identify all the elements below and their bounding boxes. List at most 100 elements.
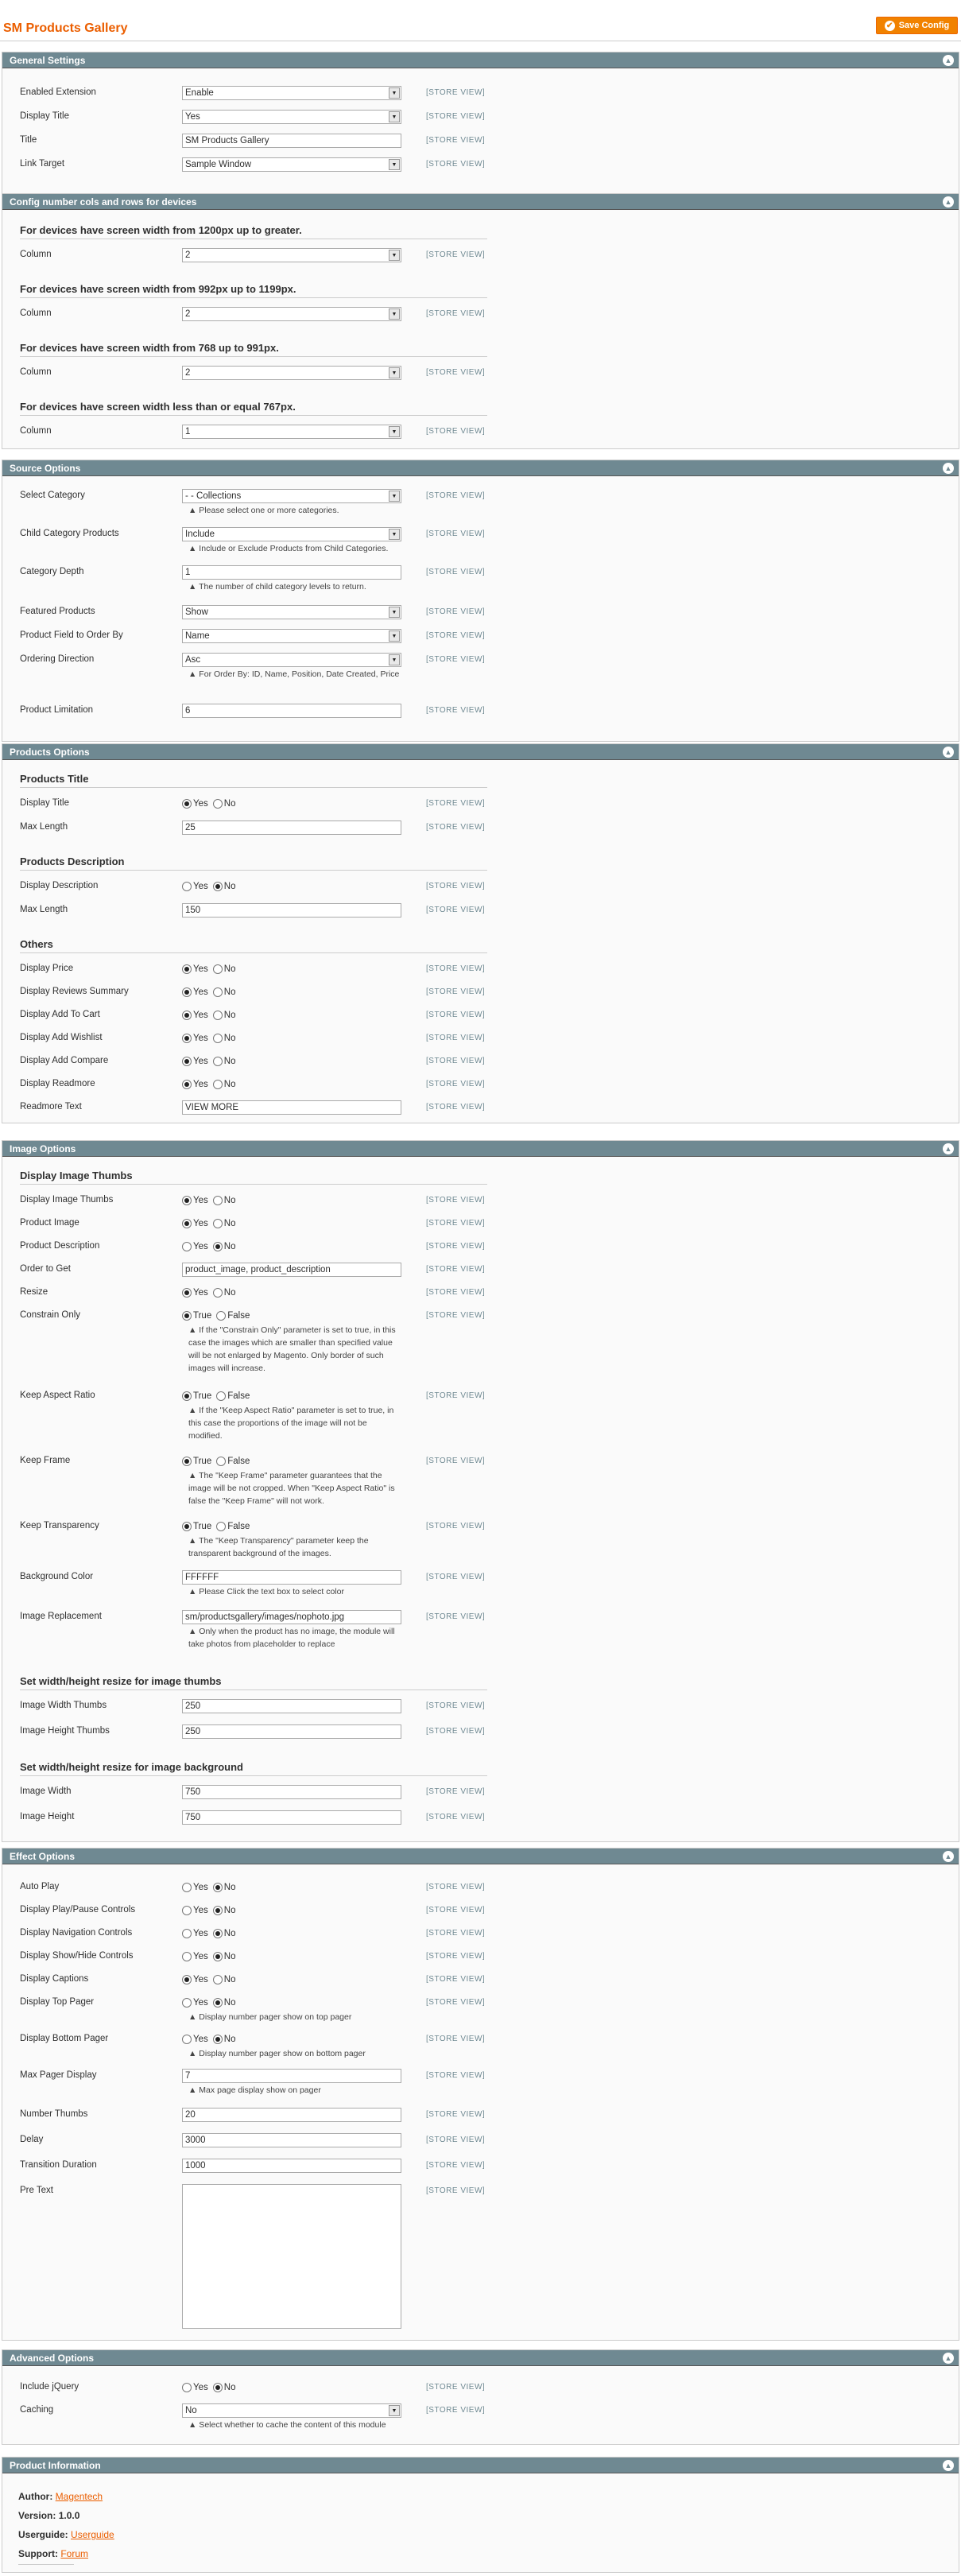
text-input[interactable]: 25 bbox=[182, 821, 401, 835]
chevron-down-icon[interactable]: ▼ bbox=[389, 426, 400, 437]
radio-option[interactable]: Yes bbox=[182, 799, 208, 809]
radio-button[interactable] bbox=[212, 964, 223, 974]
select-field[interactable]: Asc ▼ bbox=[182, 653, 401, 667]
radio-option[interactable]: Yes bbox=[182, 1952, 208, 1961]
text-input[interactable]: product_image, product_description bbox=[182, 1263, 401, 1277]
radio-option[interactable]: Yes bbox=[182, 1906, 208, 1915]
radio-option[interactable]: No bbox=[212, 1196, 235, 1205]
section-header[interactable]: Advanced Options ▲ bbox=[2, 2350, 959, 2366]
radio-button[interactable] bbox=[182, 1952, 192, 1961]
radio-button[interactable] bbox=[182, 1242, 192, 1251]
radio-button[interactable] bbox=[182, 882, 192, 891]
radio-option[interactable]: False bbox=[216, 1457, 250, 1466]
radio-option[interactable]: True bbox=[182, 1457, 211, 1466]
text-input[interactable]: 3000 bbox=[182, 2133, 401, 2147]
collapse-icon[interactable]: ▲ bbox=[943, 2460, 954, 2471]
radio-button[interactable] bbox=[182, 2383, 192, 2392]
section-header[interactable]: Image Options ▲ bbox=[2, 1141, 959, 1157]
radio-option[interactable]: No bbox=[212, 1219, 235, 1228]
radio-button[interactable] bbox=[182, 1080, 192, 1089]
radio-option[interactable]: Yes bbox=[182, 1929, 208, 1938]
radio-option[interactable]: No bbox=[212, 1906, 235, 1915]
select-field[interactable]: Name ▼ bbox=[182, 629, 401, 643]
select-field[interactable]: Include ▼ bbox=[182, 527, 401, 541]
section-header[interactable]: Product Information ▲ bbox=[2, 2458, 959, 2473]
radio-option[interactable]: No bbox=[212, 2035, 235, 2044]
radio-button[interactable] bbox=[182, 964, 192, 974]
radio-button[interactable] bbox=[182, 2035, 192, 2044]
radio-option[interactable]: Yes bbox=[182, 987, 208, 997]
radio-option[interactable]: No bbox=[212, 2383, 235, 2392]
select-field[interactable]: 2 ▼ bbox=[182, 366, 401, 380]
radio-button[interactable] bbox=[182, 1196, 192, 1205]
radio-button[interactable] bbox=[212, 2383, 223, 2392]
support-link[interactable]: Forum bbox=[60, 2548, 88, 2559]
radio-button[interactable] bbox=[212, 1288, 223, 1298]
radio-button[interactable] bbox=[182, 1998, 192, 2008]
radio-option[interactable]: No bbox=[212, 1952, 235, 1961]
chevron-down-icon[interactable]: ▼ bbox=[389, 250, 400, 261]
select-field[interactable]: Sample Window ▼ bbox=[182, 157, 401, 172]
radio-option[interactable]: No bbox=[212, 1975, 235, 1984]
radio-option[interactable]: Yes bbox=[182, 1219, 208, 1228]
text-input[interactable]: FFFFFF bbox=[182, 1570, 401, 1585]
radio-option[interactable]: Yes bbox=[182, 2383, 208, 2392]
radio-button[interactable] bbox=[212, 1952, 223, 1961]
radio-button[interactable] bbox=[182, 1975, 192, 1984]
chevron-down-icon[interactable]: ▼ bbox=[389, 367, 400, 378]
userguide-link[interactable]: Userguide bbox=[71, 2529, 114, 2540]
radio-button[interactable] bbox=[182, 799, 192, 809]
text-input[interactable]: 750 bbox=[182, 1785, 401, 1799]
chevron-down-icon[interactable]: ▼ bbox=[389, 491, 400, 502]
radio-button[interactable] bbox=[182, 1219, 192, 1228]
select-field[interactable]: 2 ▼ bbox=[182, 307, 401, 321]
radio-button[interactable] bbox=[212, 2035, 223, 2044]
radio-button[interactable] bbox=[182, 987, 192, 997]
radio-button[interactable] bbox=[212, 987, 223, 997]
chevron-down-icon[interactable]: ▼ bbox=[389, 2405, 400, 2416]
radio-button[interactable] bbox=[216, 1522, 227, 1531]
radio-button[interactable] bbox=[216, 1311, 227, 1321]
radio-option[interactable]: Yes bbox=[182, 1288, 208, 1298]
radio-button[interactable] bbox=[182, 1288, 192, 1298]
radio-option[interactable]: No bbox=[212, 1288, 235, 1298]
radio-button[interactable] bbox=[182, 1883, 192, 1892]
text-input[interactable]: 1 bbox=[182, 565, 401, 580]
text-input[interactable]: 7 bbox=[182, 2069, 401, 2083]
radio-button[interactable] bbox=[182, 1391, 192, 1401]
radio-button[interactable] bbox=[212, 799, 223, 809]
radio-option[interactable]: Yes bbox=[182, 964, 208, 974]
radio-button[interactable] bbox=[212, 1011, 223, 1020]
collapse-icon[interactable]: ▲ bbox=[943, 463, 954, 474]
text-input[interactable]: 250 bbox=[182, 1724, 401, 1739]
radio-option[interactable]: Yes bbox=[182, 1242, 208, 1251]
collapse-icon[interactable]: ▲ bbox=[943, 196, 954, 208]
radio-option[interactable]: No bbox=[212, 1080, 235, 1089]
radio-button[interactable] bbox=[182, 1906, 192, 1915]
collapse-icon[interactable]: ▲ bbox=[943, 1851, 954, 1862]
chevron-down-icon[interactable]: ▼ bbox=[389, 654, 400, 665]
radio-button[interactable] bbox=[216, 1391, 227, 1401]
chevron-down-icon[interactable]: ▼ bbox=[389, 87, 400, 99]
radio-button[interactable] bbox=[182, 1522, 192, 1531]
radio-button[interactable] bbox=[212, 1975, 223, 1984]
author-link[interactable]: Magentech bbox=[56, 2491, 103, 2502]
select-field[interactable]: 1 ▼ bbox=[182, 425, 401, 439]
radio-option[interactable]: No bbox=[212, 1998, 235, 2008]
radio-button[interactable] bbox=[212, 1196, 223, 1205]
radio-button[interactable] bbox=[212, 1242, 223, 1251]
radio-button[interactable] bbox=[212, 882, 223, 891]
radio-button[interactable] bbox=[212, 1906, 223, 1915]
radio-option[interactable]: No bbox=[212, 987, 235, 997]
select-field[interactable]: 2 ▼ bbox=[182, 248, 401, 262]
radio-button[interactable] bbox=[182, 1457, 192, 1466]
radio-button[interactable] bbox=[182, 1011, 192, 1020]
chevron-down-icon[interactable]: ▼ bbox=[389, 607, 400, 618]
radio-button[interactable] bbox=[182, 1311, 192, 1321]
section-header[interactable]: Source Options ▲ bbox=[2, 460, 959, 476]
radio-option[interactable]: No bbox=[212, 1011, 235, 1020]
radio-option[interactable]: True bbox=[182, 1311, 211, 1321]
section-header[interactable]: Config number cols and rows for devices ▲ bbox=[2, 194, 959, 210]
radio-option[interactable]: No bbox=[212, 1057, 235, 1066]
radio-option[interactable]: No bbox=[212, 882, 235, 891]
